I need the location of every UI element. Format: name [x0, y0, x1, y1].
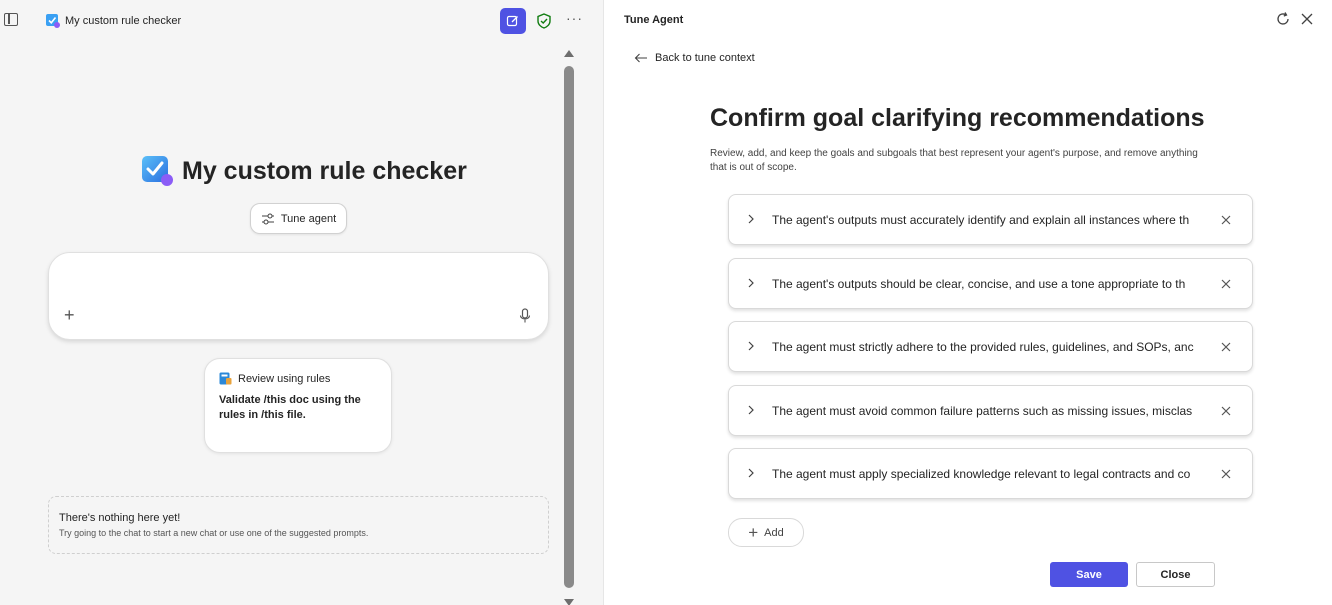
page-description: Review, add, and keep the goals and subg…: [710, 148, 1198, 173]
add-goal-label: Add: [764, 526, 784, 539]
empty-state-subtitle: Try going to the chat to start a new cha…: [59, 528, 369, 538]
prompt-card-header: Review using rules: [219, 372, 377, 385]
more-options-button[interactable]: ···: [566, 10, 583, 26]
goal-text: The agent must strictly adhere to the pr…: [772, 340, 1194, 354]
sidebar-icon[interactable]: [4, 13, 18, 26]
goal-list: The agent's outputs must accurately iden…: [728, 194, 1253, 512]
remove-goal-icon[interactable]: [1219, 467, 1233, 481]
agent-title: My custom rule checker: [182, 156, 467, 185]
empty-state-title: There's nothing here yet!: [59, 512, 181, 524]
chat-header: My custom rule checker ···: [0, 0, 603, 42]
back-link-label: Back to tune context: [655, 52, 755, 64]
chevron-right-icon[interactable]: [745, 403, 757, 417]
refresh-icon[interactable]: [1276, 12, 1290, 26]
notebook-icon: [219, 372, 232, 385]
goal-item[interactable]: The agent's outputs should be clear, con…: [728, 257, 1253, 309]
scrollbar-thumb[interactable]: [564, 66, 574, 588]
scroll-down-arrow-icon[interactable]: [564, 599, 574, 605]
remove-goal-icon[interactable]: [1219, 340, 1233, 354]
checkbox-app-icon: [142, 156, 173, 186]
back-to-tune-context-link[interactable]: Back to tune context: [634, 52, 755, 64]
chat-input[interactable]: +: [48, 252, 549, 340]
goal-text: The agent's outputs should be clear, con…: [772, 276, 1186, 291]
remove-goal-icon[interactable]: [1219, 277, 1233, 291]
new-chat-button[interactable]: [500, 8, 526, 34]
add-goal-button[interactable]: + Add: [728, 518, 804, 547]
scrollbar[interactable]: [563, 50, 575, 605]
remove-goal-icon[interactable]: [1219, 213, 1233, 227]
plus-icon: +: [748, 523, 759, 542]
prompt-card-title: Review using rules: [238, 372, 331, 385]
tune-agent-label: Tune agent: [280, 212, 337, 225]
shield-check-button[interactable]: [535, 11, 553, 31]
tune-agent-button[interactable]: Tune agent: [250, 203, 347, 234]
chat-pane: My custom rule checker ··· My custom rul…: [0, 0, 603, 605]
goal-item[interactable]: The agent must avoid common failure patt…: [728, 384, 1253, 436]
goal-item[interactable]: The agent must apply specialized knowled…: [728, 448, 1253, 499]
chevron-right-icon[interactable]: [745, 276, 757, 290]
goal-text: The agent's outputs must accurately iden…: [772, 213, 1190, 227]
goal-text: The agent must avoid common failure patt…: [772, 403, 1193, 418]
new-chat-icon: [506, 15, 518, 27]
empty-state: There's nothing here yet! Try going to t…: [48, 496, 549, 554]
goal-item[interactable]: The agent's outputs must accurately iden…: [728, 194, 1253, 245]
chevron-right-icon[interactable]: [745, 339, 757, 353]
chevron-right-icon[interactable]: [745, 212, 757, 226]
save-button[interactable]: Save: [1050, 562, 1128, 587]
page-title: Confirm goal clarifying recommendations: [710, 104, 1205, 132]
app-title: My custom rule checker: [65, 15, 182, 27]
suggested-prompt-card[interactable]: Review using rules Validate /this doc us…: [204, 358, 392, 453]
remove-goal-icon[interactable]: [1219, 404, 1233, 418]
agent-hero: My custom rule checker: [142, 155, 467, 187]
goal-text: The agent must apply specialized knowled…: [772, 467, 1191, 481]
sliders-icon: [261, 213, 274, 224]
goal-item[interactable]: The agent must strictly adhere to the pr…: [728, 321, 1253, 372]
close-panel-icon[interactable]: [1300, 12, 1314, 26]
tune-agent-panel: Tune Agent Back to tune context Confirm …: [604, 0, 1332, 605]
arrow-left-icon: [634, 53, 647, 63]
close-button[interactable]: Close: [1136, 562, 1215, 587]
shield-check-icon: [537, 13, 551, 29]
checkbox-app-icon: [46, 14, 60, 28]
attach-plus-icon[interactable]: +: [64, 305, 75, 326]
prompt-card-body: Validate /this doc using the rules in /t…: [219, 394, 361, 421]
panel-title: Tune Agent: [624, 14, 684, 26]
scroll-up-arrow-icon[interactable]: [564, 50, 574, 57]
chevron-right-icon[interactable]: [745, 466, 757, 480]
microphone-icon[interactable]: [519, 308, 531, 324]
